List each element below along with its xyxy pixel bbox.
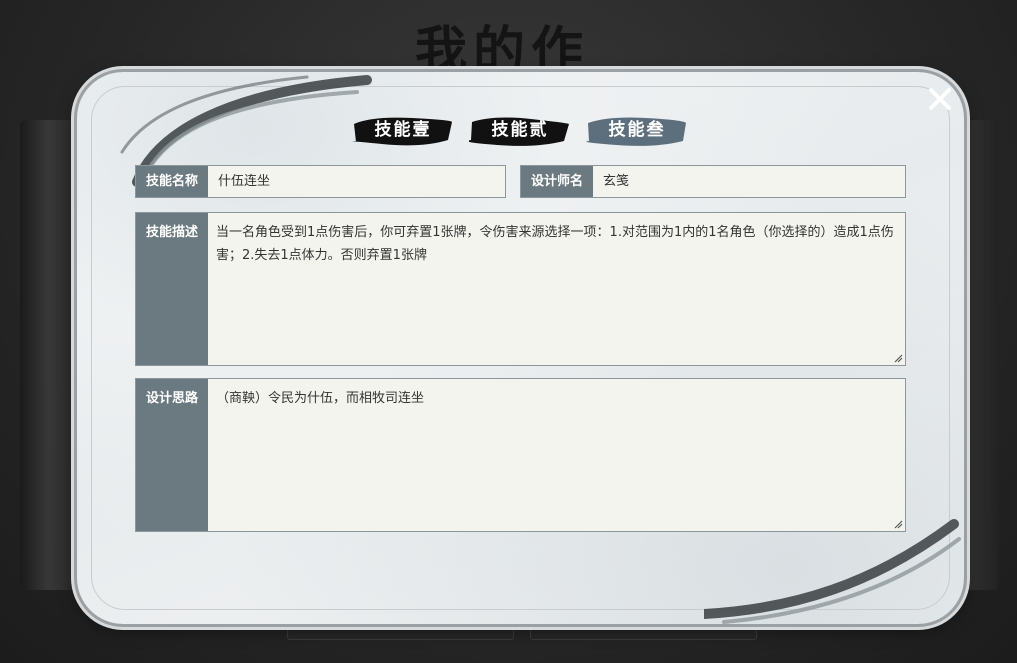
tab-label: 技能贰	[491, 120, 549, 140]
skill-name-input[interactable]: 什伍连坐	[208, 166, 505, 197]
designer-field: 设计师名 玄笺	[520, 165, 906, 198]
designer-label: 设计师名	[521, 166, 593, 197]
tab-label: 技能叁	[608, 120, 666, 140]
skill-description-textarea[interactable]: 当一名角色受到1点伤害后，你可弃置1张牌，令伤害来源选择一项：1.对范围为1内的…	[208, 213, 905, 365]
close-button[interactable]	[924, 83, 956, 115]
close-icon	[929, 88, 951, 110]
design-idea-textarea[interactable]: （商鞅）令民为什伍，而相牧司连坐	[208, 379, 905, 531]
skill-name-label: 技能名称	[136, 166, 208, 197]
skill-name-field: 技能名称 什伍连坐	[135, 165, 506, 198]
tab-skill-2[interactable]: 技能贰	[469, 110, 571, 150]
design-idea-field: 设计思路 （商鞅）令民为什伍，而相牧司连坐	[135, 378, 906, 532]
tab-label: 技能壹	[374, 120, 432, 140]
resize-grip-icon[interactable]	[893, 353, 903, 363]
tab-skill-1[interactable]: 技能壹	[352, 110, 454, 150]
resize-grip-icon[interactable]	[893, 519, 903, 529]
skill-description-field: 技能描述 当一名角色受到1点伤害后，你可弃置1张牌，令伤害来源选择一项：1.对范…	[135, 212, 906, 366]
skill-description-label: 技能描述	[136, 213, 208, 365]
screen: 我的作品 技能壹 技能	[0, 0, 1017, 663]
designer-input[interactable]: 玄笺	[593, 166, 905, 197]
design-idea-label: 设计思路	[136, 379, 208, 531]
tab-skill-3[interactable]: 技能叁	[586, 110, 688, 150]
